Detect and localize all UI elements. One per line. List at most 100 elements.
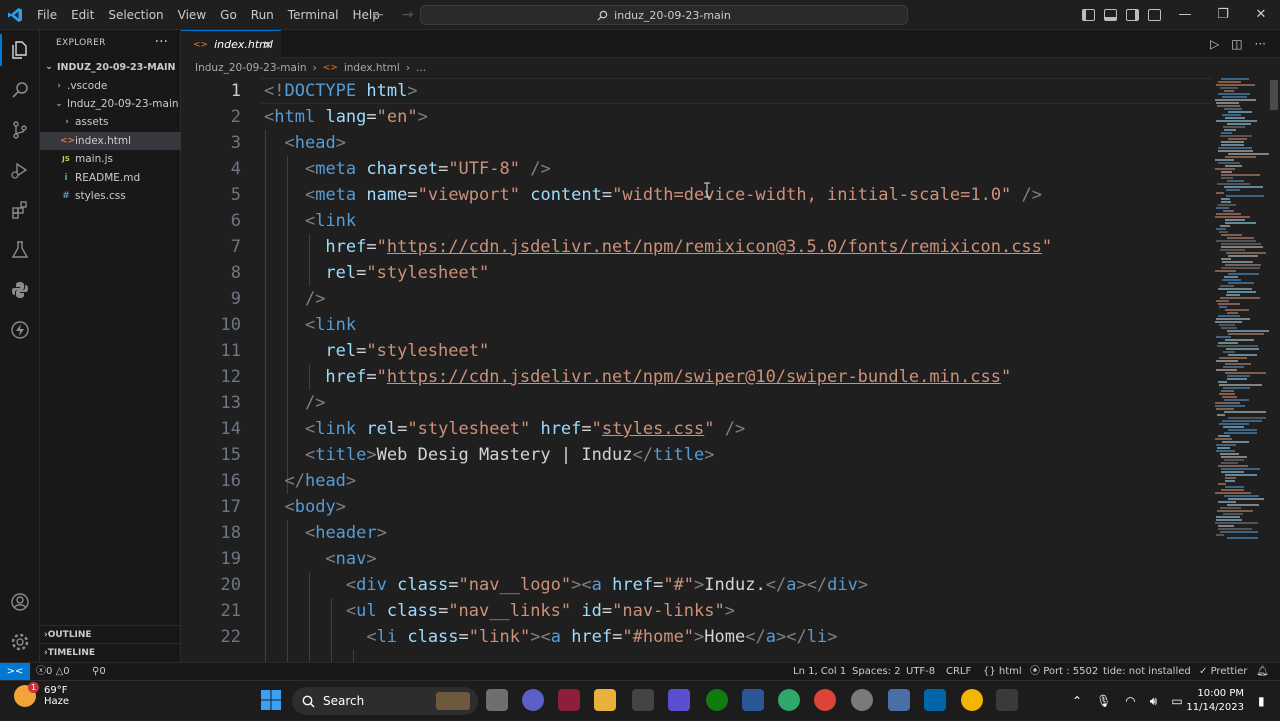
source-control-icon[interactable] (0, 110, 40, 150)
ports-indicator[interactable]: ⚲0 (92, 663, 106, 680)
tree-item-main-js[interactable]: JS main.js (40, 150, 181, 168)
code-editor[interactable]: 1 2 3 4 5 6 7 8 9 10 11 12 13 14 15 16 17 18 19 20 21 22 <!DO… (181, 78, 1211, 662)
wifi-icon[interactable]: ◠ (1125, 694, 1135, 708)
teams-chat-icon[interactable] (522, 689, 544, 711)
battery-icon[interactable]: ▭ (1171, 694, 1182, 708)
prettier-status[interactable]: ✓ Prettier (1199, 663, 1247, 680)
tree-item-assets[interactable]: › assets (40, 113, 181, 131)
tree-item-project-folder[interactable]: ⌄ Induz_20-09-23-main (40, 95, 181, 113)
command-center-search[interactable]: induz_20-09-23-main (420, 5, 908, 25)
minimap-line (1228, 282, 1254, 284)
explorer-root-folder[interactable]: ⌄ INDUZ_20-09-23-MAIN (40, 58, 181, 76)
toggle-panel-icon[interactable] (1104, 9, 1117, 21)
chrome-profile-icon[interactable] (961, 689, 983, 711)
minimap-line (1220, 87, 1238, 89)
chrome-browser-icon[interactable] (814, 689, 836, 711)
minimap-line (1218, 342, 1238, 344)
language-mode[interactable]: {} html (983, 663, 1022, 680)
tree-item-index-html[interactable]: <> index.html (40, 132, 181, 150)
menu-edit[interactable]: Edit (64, 0, 101, 30)
chevron-right-icon: › (57, 81, 61, 91)
tree-item-readme[interactable]: i README.md (40, 169, 181, 187)
file-explorer-icon[interactable] (594, 689, 616, 711)
menu-run[interactable]: Run (244, 0, 281, 30)
menu-file[interactable]: File (30, 0, 64, 30)
image-viewer-icon[interactable] (888, 689, 910, 711)
menu-go[interactable]: Go (213, 0, 244, 30)
timeline-section[interactable]: › TIMELINE (40, 643, 181, 661)
problems-indicator[interactable]: ⓧ0 △0 (36, 663, 70, 680)
run-debug-icon[interactable] (0, 150, 40, 190)
language-label: html (998, 666, 1022, 677)
minimap-line (1215, 270, 1236, 272)
window-controls: — ❐ ✕ (1166, 0, 1280, 30)
accounts-icon[interactable] (0, 582, 40, 622)
testing-flask-icon[interactable] (0, 230, 40, 270)
indentation[interactable]: Spaces: 2 (852, 663, 901, 680)
thunder-client-icon[interactable] (0, 310, 40, 350)
edge-browser-icon[interactable] (778, 689, 800, 711)
minimap-line (1221, 78, 1249, 80)
minimap[interactable] (1211, 78, 1280, 662)
menu-view[interactable]: View (171, 0, 213, 30)
explorer-icon[interactable] (0, 30, 40, 70)
windows-start-icon[interactable] (260, 689, 282, 711)
menu-selection[interactable]: Selection (101, 0, 170, 30)
taskbar-search[interactable]: Search (292, 687, 478, 715)
breadcrumb-rest[interactable]: ... (416, 62, 426, 74)
breadcrumb-file[interactable]: index.html (344, 62, 400, 74)
forward-arrow-icon[interactable]: → (402, 7, 414, 23)
app-cube-icon[interactable] (632, 689, 654, 711)
settings-gear-icon[interactable] (851, 689, 873, 711)
tree-item-styles-css[interactable]: # styles.css (40, 187, 181, 205)
tab-index-html[interactable]: <> index.html ✕ (181, 30, 281, 58)
minimap-line (1216, 84, 1255, 86)
remote-indicator-icon[interactable]: >< (0, 663, 30, 681)
design-app-icon[interactable] (668, 689, 690, 711)
maximize-icon[interactable]: ❐ (1204, 0, 1242, 30)
volume-icon[interactable]: 🔊︎ (1150, 694, 1158, 709)
minimap-line (1216, 360, 1238, 362)
minimize-icon[interactable]: — (1166, 0, 1204, 30)
more-actions-icon[interactable]: ··· (1255, 37, 1266, 51)
minimap-line (1228, 333, 1264, 335)
menu-terminal[interactable]: Terminal (281, 0, 346, 30)
chevron-up-icon[interactable]: ⌃ (1072, 694, 1082, 708)
python-icon[interactable] (0, 270, 40, 310)
tree-item-vscode[interactable]: › .vscode (40, 77, 181, 95)
cursor-position[interactable]: Ln 1, Col 1 (793, 663, 846, 680)
encoding[interactable]: UTF-8 (906, 663, 935, 680)
taskbar-clock[interactable]: 10:00 PM 11/14/2023 (1186, 687, 1244, 715)
close-window-icon[interactable]: ✕ (1242, 0, 1280, 30)
customize-layout-icon[interactable] (1148, 9, 1161, 21)
lint-status[interactable]: tide: not installed (1103, 663, 1191, 680)
end-of-line[interactable]: CRLF (946, 663, 971, 680)
breadcrumb-folder[interactable]: Induz_20-09-23-main (195, 62, 307, 74)
microsoft-store-icon[interactable] (742, 689, 764, 711)
microphone-icon[interactable]: 🎙︎ (1096, 694, 1111, 708)
scrollbar-thumb[interactable] (1270, 80, 1278, 110)
search-icon[interactable] (0, 70, 40, 110)
toggle-primary-sidebar-icon[interactable] (1082, 9, 1095, 21)
vscode-taskbar-icon[interactable] (924, 689, 946, 711)
back-arrow-icon[interactable]: ← (372, 7, 384, 23)
weather-widget[interactable]: 1 69°F Haze (14, 682, 69, 707)
task-view-icon[interactable] (486, 689, 508, 711)
extensions-icon[interactable] (0, 190, 40, 230)
live-server-port[interactable]: ⦿ Port : 5502 (1030, 663, 1098, 680)
split-editor-icon[interactable]: ◫ (1231, 37, 1242, 51)
more-actions-icon[interactable]: ··· (155, 34, 168, 50)
outline-section[interactable]: › OUTLINE (40, 625, 181, 643)
toggle-secondary-sidebar-icon[interactable] (1126, 9, 1139, 21)
close-tab-icon[interactable]: ✕ (263, 38, 273, 52)
tree-item-label: index.html (75, 135, 131, 147)
xbox-icon[interactable] (706, 689, 728, 711)
notification-center-icon[interactable]: ▮ (1258, 681, 1265, 721)
screen-recorder-icon[interactable] (996, 689, 1018, 711)
terminal-app-icon[interactable] (558, 689, 580, 711)
code-line-16: </head> (284, 471, 357, 491)
settings-gear-icon[interactable] (0, 622, 40, 662)
notifications-bell-icon[interactable]: 🔔︎ (1256, 663, 1269, 680)
line-number: 14 (220, 419, 241, 439)
run-play-icon[interactable]: ▷ (1210, 37, 1219, 51)
